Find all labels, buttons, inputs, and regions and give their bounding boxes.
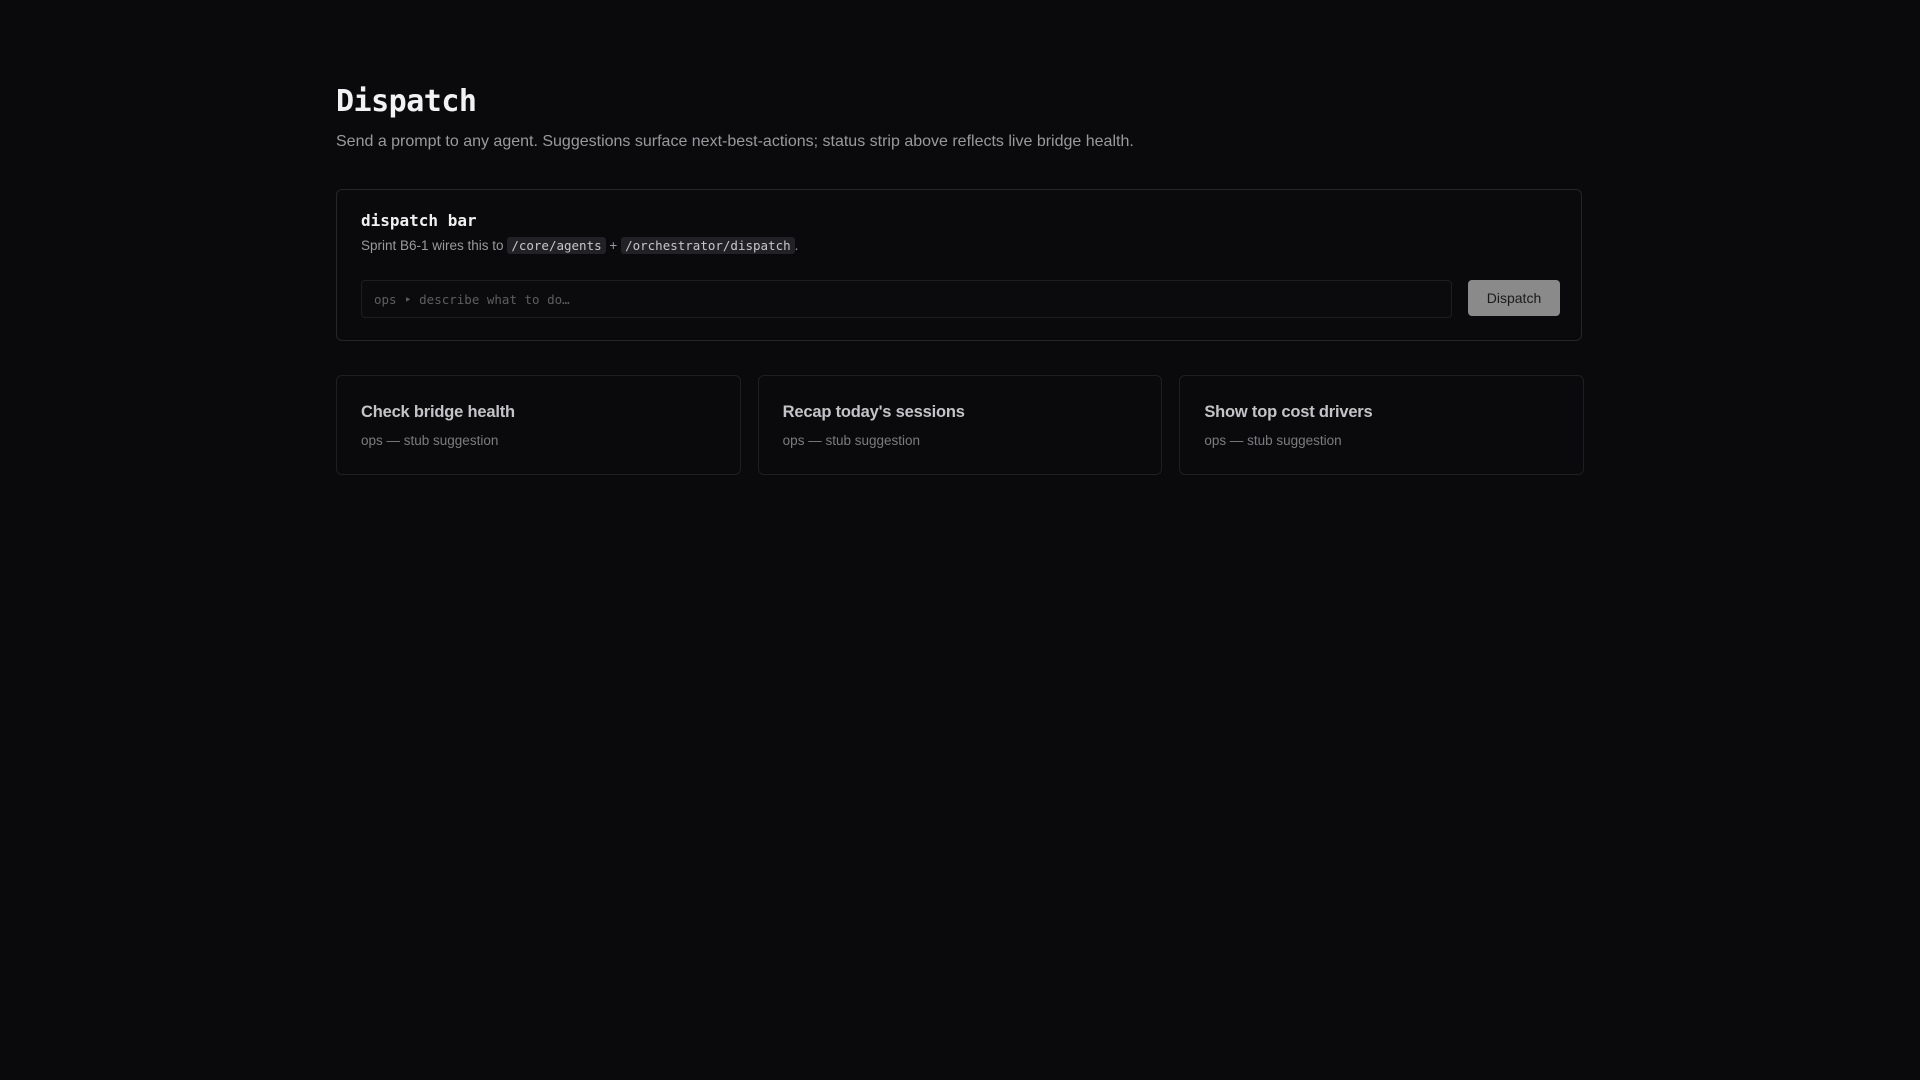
suggestion-list: Check bridge health ops — stub suggestio… <box>336 375 1585 475</box>
dispatch-button[interactable]: Dispatch <box>1468 280 1560 316</box>
suggestion-card[interactable]: Show top cost drivers ops — stub suggest… <box>1179 375 1585 475</box>
suggestion-subtitle: ops — stub suggestion <box>1204 433 1342 448</box>
desc-suffix: . <box>794 238 799 253</box>
suggestion-title: Show top cost drivers <box>1204 403 1373 421</box>
suggestion-title: Recap today's sessions <box>782 403 965 421</box>
desc-prefix: Sprint B6-1 wires this to <box>361 238 504 253</box>
page-title: Dispatch <box>336 84 477 119</box>
page-subtitle: Send a prompt to any agent. Suggestions … <box>336 133 1134 150</box>
suggestion-subtitle: ops — stub suggestion <box>782 433 921 448</box>
desc-joiner: + <box>609 238 618 253</box>
suggestion-card[interactable]: Check bridge health ops — stub suggestio… <box>336 375 741 475</box>
suggestion-card[interactable]: Recap today's sessions ops — stub sugges… <box>757 375 1163 475</box>
dispatch-bar-description: Sprint B6-1 wires this to /core/agents +… <box>361 237 799 254</box>
suggestion-subtitle: ops — stub suggestion <box>361 433 499 448</box>
endpoint-core-agents: /core/agents <box>507 237 606 254</box>
endpoint-orchestrator-dispatch: /orchestrator/dispatch <box>621 237 795 254</box>
suggestion-title: Check bridge health <box>361 403 515 421</box>
dispatch-bar-title: dispatch bar <box>361 211 477 230</box>
dispatch-prompt-input[interactable] <box>361 280 1452 318</box>
dispatch-bar-card: dispatch bar Sprint B6-1 wires this to /… <box>336 189 1582 341</box>
